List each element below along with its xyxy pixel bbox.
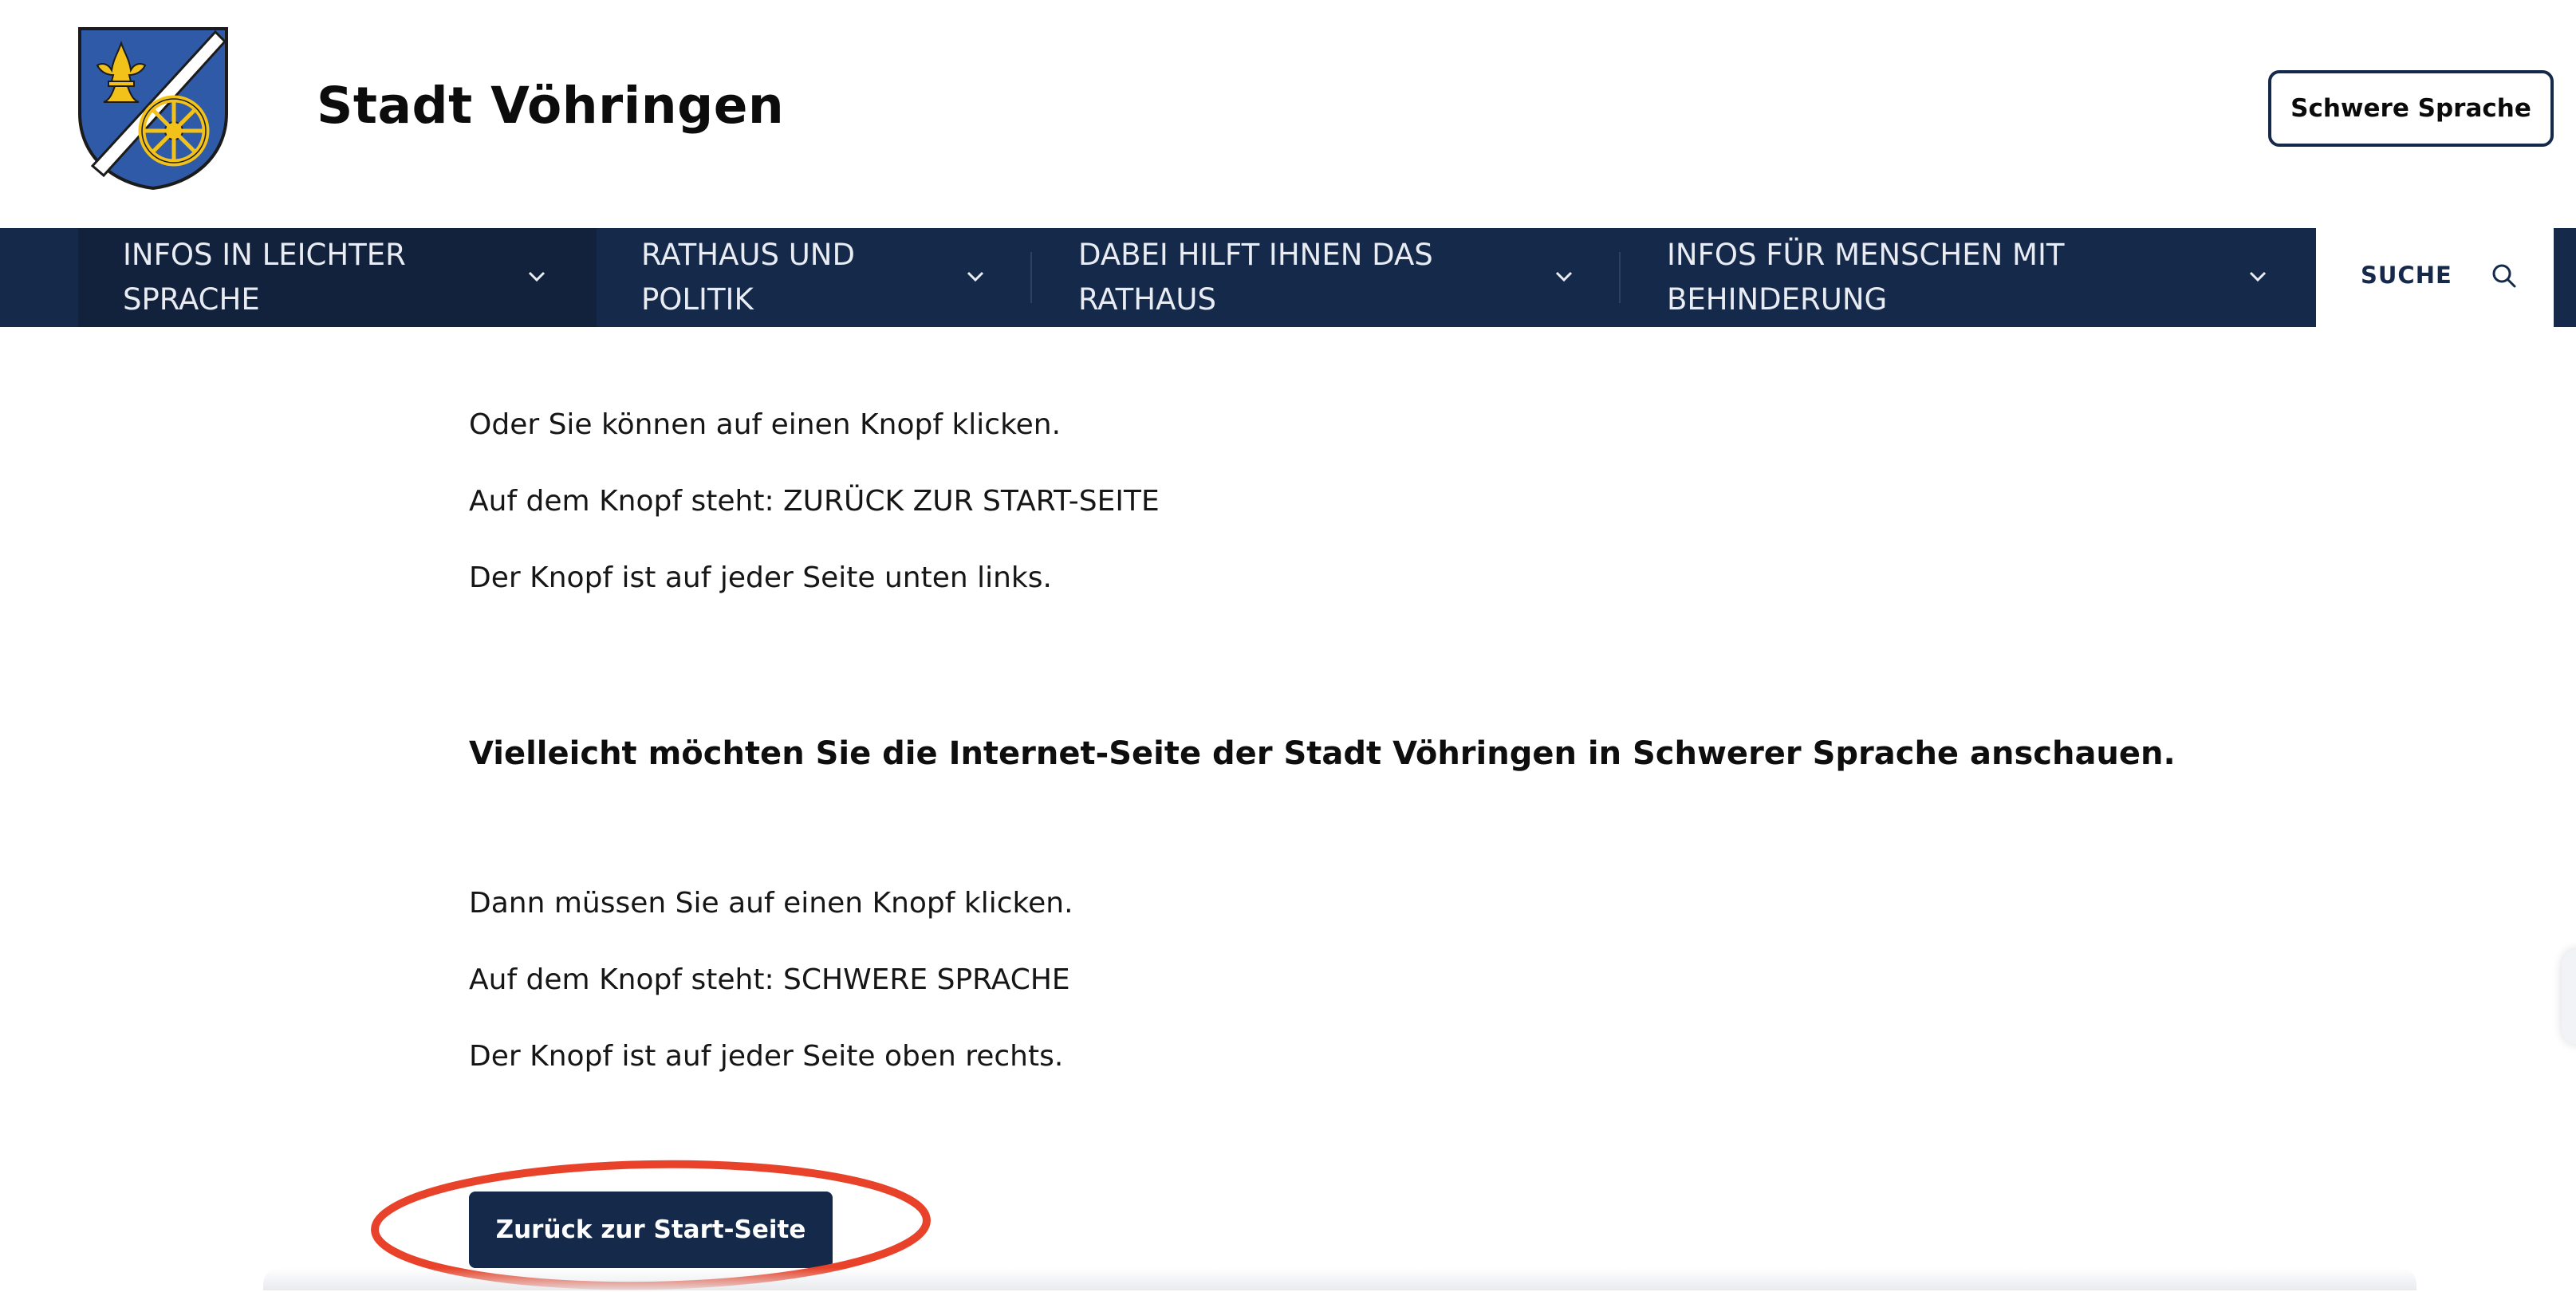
chevron-down-icon xyxy=(1555,271,1573,282)
paragraph: Oder Sie können auf einen Knopf klicken. xyxy=(469,408,1062,441)
headline: Vielleicht möchten Sie die Internet-Seit… xyxy=(469,735,2176,772)
main-navigation: INFOS IN LEICHTER SPRACHE RATHAUS UND PO… xyxy=(0,228,2576,327)
search-button[interactable]: SUCHE xyxy=(2316,228,2554,327)
schwere-sprache-button[interactable]: Schwere Sprache xyxy=(2268,70,2554,147)
chevron-down-icon xyxy=(967,271,984,282)
nav-item-label: INFOS FÜR MENSCHEN MIT BEHINDERUNG xyxy=(1667,238,2065,317)
nav-item-label: INFOS IN LEICHTER SPRACHE xyxy=(123,238,406,317)
nav-item-rathaus-politik[interactable]: RATHAUS UND POLITIK xyxy=(597,228,1030,327)
nav-item-menschen-mit-behinderung[interactable]: INFOS FÜR MENSCHEN MIT BEHINDERUNG xyxy=(1621,228,2316,327)
nav-item-label: DABEI HILFT IHNEN DAS RATHAUS xyxy=(1078,238,1433,317)
paragraph: Auf dem Knopf steht: SCHWERE SPRACHE xyxy=(469,963,1070,996)
paragraph: Der Knopf ist auf jeder Seite unten link… xyxy=(469,561,1052,594)
site-title[interactable]: Stadt Vöhringen xyxy=(317,77,784,135)
nav-item-dabei-hilft-rathaus[interactable]: DABEI HILFT IHNEN DAS RATHAUS xyxy=(1032,228,1619,327)
paragraph: Dann müssen Sie auf einen Knopf klicken. xyxy=(469,887,1073,920)
nav-item-label: RATHAUS UND POLITIK xyxy=(641,238,855,317)
paragraph: Auf dem Knopf steht: ZURÜCK ZUR START-SE… xyxy=(469,485,1160,518)
search-label: SUCHE xyxy=(2361,262,2452,289)
footer-edge xyxy=(263,1268,2416,1290)
site-header: Stadt Vöhringen Schwere Sprache xyxy=(0,0,2576,228)
coat-of-arms-logo[interactable] xyxy=(77,26,230,191)
search-icon xyxy=(2492,264,2516,288)
chevron-down-icon xyxy=(2249,271,2267,282)
chevron-down-icon xyxy=(528,271,546,282)
zurueck-zur-start-seite-button[interactable]: Zurück zur Start-Seite xyxy=(469,1192,833,1268)
nav-item-infos-leichte-sprache[interactable]: INFOS IN LEICHTER SPRACHE xyxy=(78,228,597,327)
side-tab-handle[interactable] xyxy=(2562,949,2576,1045)
paragraph: Der Knopf ist auf jeder Seite oben recht… xyxy=(469,1040,1064,1073)
